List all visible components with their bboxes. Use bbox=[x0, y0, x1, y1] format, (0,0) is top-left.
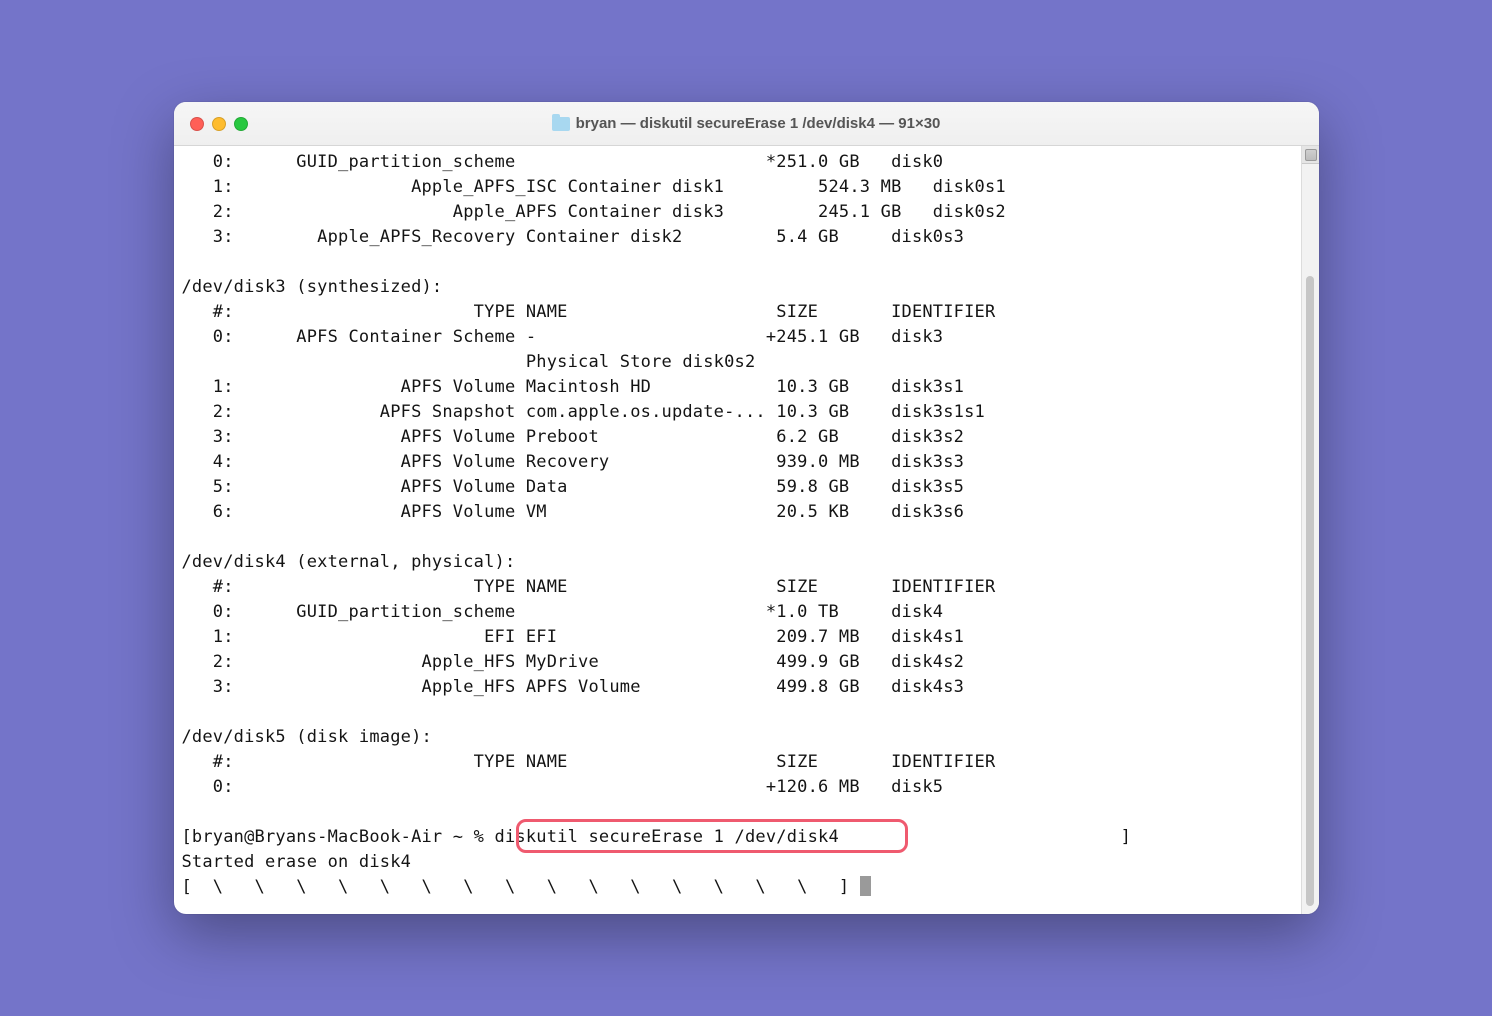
prompt-right: ] bbox=[839, 827, 1131, 847]
output-line: /dev/disk4 (external, physical): bbox=[182, 552, 516, 572]
output-line: 0: +120.6 MB disk5 bbox=[182, 777, 944, 797]
output-line: Physical Store disk0s2 bbox=[182, 352, 756, 372]
output-line: 2: Apple_HFS MyDrive 499.9 GB disk4s2 bbox=[182, 652, 965, 672]
prompt-command: diskutil secureErase 1 /dev/disk4 bbox=[495, 827, 839, 847]
output-line: 1: Apple_APFS_ISC Container disk1 524.3 … bbox=[182, 177, 1006, 197]
prompt-left: [bryan@Bryans-MacBook-Air ~ % bbox=[182, 827, 495, 847]
output-line: /dev/disk3 (synthesized): bbox=[182, 277, 443, 297]
output-line: 0: APFS Container Scheme - +245.1 GB dis… bbox=[182, 327, 944, 347]
folder-icon bbox=[552, 117, 570, 131]
minimize-button[interactable] bbox=[212, 117, 226, 131]
title-wrap: bryan — diskutil secureErase 1 /dev/disk… bbox=[174, 115, 1319, 132]
scroll-thumb[interactable] bbox=[1306, 276, 1314, 906]
output-line: 3: Apple_APFS_Recovery Container disk2 5… bbox=[182, 227, 965, 247]
output-line: Started erase on disk4 bbox=[182, 852, 412, 872]
output-line: 0: GUID_partition_scheme *1.0 TB disk4 bbox=[182, 602, 944, 622]
output-line: 1: EFI EFI 209.7 MB disk4s1 bbox=[182, 627, 965, 647]
scroll-top-icon[interactable] bbox=[1302, 146, 1319, 164]
output-line: 2: APFS Snapshot com.apple.os.update-...… bbox=[182, 402, 985, 422]
window-controls bbox=[174, 117, 248, 131]
titlebar: bryan — diskutil secureErase 1 /dev/disk… bbox=[174, 102, 1319, 146]
cursor bbox=[860, 876, 871, 896]
output-line: 1: APFS Volume Macintosh HD 10.3 GB disk… bbox=[182, 377, 965, 397]
terminal-output[interactable]: 0: GUID_partition_scheme *251.0 GB disk0… bbox=[174, 146, 1301, 914]
content-area: 0: GUID_partition_scheme *251.0 GB disk0… bbox=[174, 146, 1319, 914]
output-line: 2: Apple_APFS Container disk3 245.1 GB d… bbox=[182, 202, 1006, 222]
output-line: 5: APFS Volume Data 59.8 GB disk3s5 bbox=[182, 477, 965, 497]
output-line: 6: APFS Volume VM 20.5 KB disk3s6 bbox=[182, 502, 965, 522]
zoom-button[interactable] bbox=[234, 117, 248, 131]
output-line: 3: Apple_HFS APFS Volume 499.8 GB disk4s… bbox=[182, 677, 965, 697]
window-title: bryan — diskutil secureErase 1 /dev/disk… bbox=[576, 115, 941, 132]
output-line: #: TYPE NAME SIZE IDENTIFIER bbox=[182, 577, 996, 597]
output-line: 4: APFS Volume Recovery 939.0 MB disk3s3 bbox=[182, 452, 965, 472]
output-line: #: TYPE NAME SIZE IDENTIFIER bbox=[182, 302, 996, 322]
terminal-window: bryan — diskutil secureErase 1 /dev/disk… bbox=[174, 102, 1319, 914]
scrollbar[interactable] bbox=[1301, 146, 1319, 914]
output-line: #: TYPE NAME SIZE IDENTIFIER bbox=[182, 752, 996, 772]
output-line: 0: GUID_partition_scheme *251.0 GB disk0 bbox=[182, 152, 944, 172]
output-line: /dev/disk5 (disk image): bbox=[182, 727, 432, 747]
close-button[interactable] bbox=[190, 117, 204, 131]
output-line: 3: APFS Volume Preboot 6.2 GB disk3s2 bbox=[182, 427, 965, 447]
progress-line: [ \ \ \ \ \ \ \ \ \ \ \ \ \ \ \ ] bbox=[182, 877, 860, 897]
